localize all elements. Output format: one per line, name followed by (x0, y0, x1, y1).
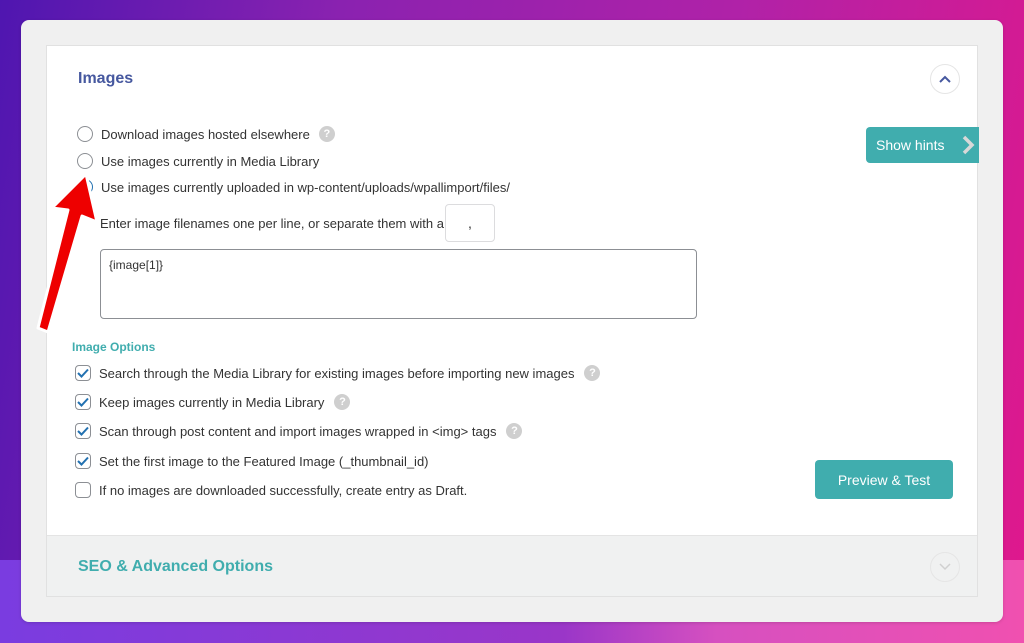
option-keep-images[interactable]: Keep images currently in Media Library ? (75, 394, 351, 410)
delimiter-prompt-text: Enter image filenames one per line, or s… (100, 216, 444, 231)
delimiter-input[interactable]: , (445, 204, 495, 242)
option-label: Search through the Media Library for exi… (99, 365, 575, 381)
help-icon[interactable]: ? (506, 423, 523, 439)
help-icon[interactable]: ? (334, 394, 351, 410)
chevron-up-icon (939, 75, 951, 83)
option-search-media-library[interactable]: Search through the Media Library for exi… (75, 365, 601, 381)
help-icon[interactable]: ? (584, 365, 601, 381)
section-title-images: Images (78, 70, 134, 87)
option-label: Keep images currently in Media Library (99, 394, 325, 410)
radio-input[interactable] (77, 126, 93, 142)
images-panel: Images Download images hosted elsewhere … (46, 45, 979, 597)
checkmark-icon (77, 397, 89, 407)
option-label: If no images are downloaded successfully… (99, 482, 468, 498)
option-draft-fallback[interactable]: If no images are downloaded successfully… (75, 482, 467, 498)
annotation-arrow-icon (36, 172, 99, 334)
image-options-heading: Image Options (72, 340, 156, 354)
seo-section-header[interactable]: SEO & Advanced Options (47, 535, 977, 596)
help-icon[interactable]: ? (318, 126, 335, 142)
show-hints-button[interactable]: Show hints (866, 127, 979, 163)
collapse-button[interactable] (930, 64, 960, 94)
chevron-right-icon (962, 135, 975, 155)
radio-label: Download images hosted elsewhere (101, 126, 310, 142)
delimiter-prompt: Enter image filenames one per line, or s… (100, 216, 444, 231)
checkbox-checked[interactable] (75, 453, 91, 469)
filenames-textarea[interactable]: {image[1]} (100, 249, 697, 319)
radio-input[interactable] (77, 153, 93, 169)
radio-media-library[interactable]: Use images currently in Media Library (77, 153, 319, 169)
checkmark-icon (77, 426, 89, 436)
option-label: Set the first image to the Featured Imag… (99, 453, 429, 469)
option-featured-image[interactable]: Set the first image to the Featured Imag… (75, 453, 429, 469)
radio-download-elsewhere[interactable]: Download images hosted elsewhere ? (77, 126, 335, 142)
preview-test-button[interactable]: Preview & Test (815, 460, 953, 499)
radio-label: Use images currently in Media Library (101, 153, 320, 169)
checkmark-icon (77, 368, 89, 378)
section-title-seo: SEO & Advanced Options (78, 558, 273, 575)
option-scan-post-content[interactable]: Scan through post content and import ima… (75, 423, 523, 439)
checkbox-checked[interactable] (75, 394, 91, 410)
checkbox-checked[interactable] (75, 365, 91, 381)
radio-uploaded-files[interactable]: Use images currently uploaded in wp-cont… (77, 179, 510, 195)
show-hints-label: Show hints (876, 137, 945, 153)
chevron-down-icon (939, 563, 951, 571)
checkmark-icon (77, 456, 89, 466)
option-label: Scan through post content and import ima… (99, 423, 497, 439)
expand-button[interactable] (930, 552, 960, 582)
checkbox-checked[interactable] (75, 423, 91, 439)
radio-label: Use images currently uploaded in wp-cont… (101, 179, 510, 195)
checkbox-unchecked[interactable] (75, 482, 91, 498)
